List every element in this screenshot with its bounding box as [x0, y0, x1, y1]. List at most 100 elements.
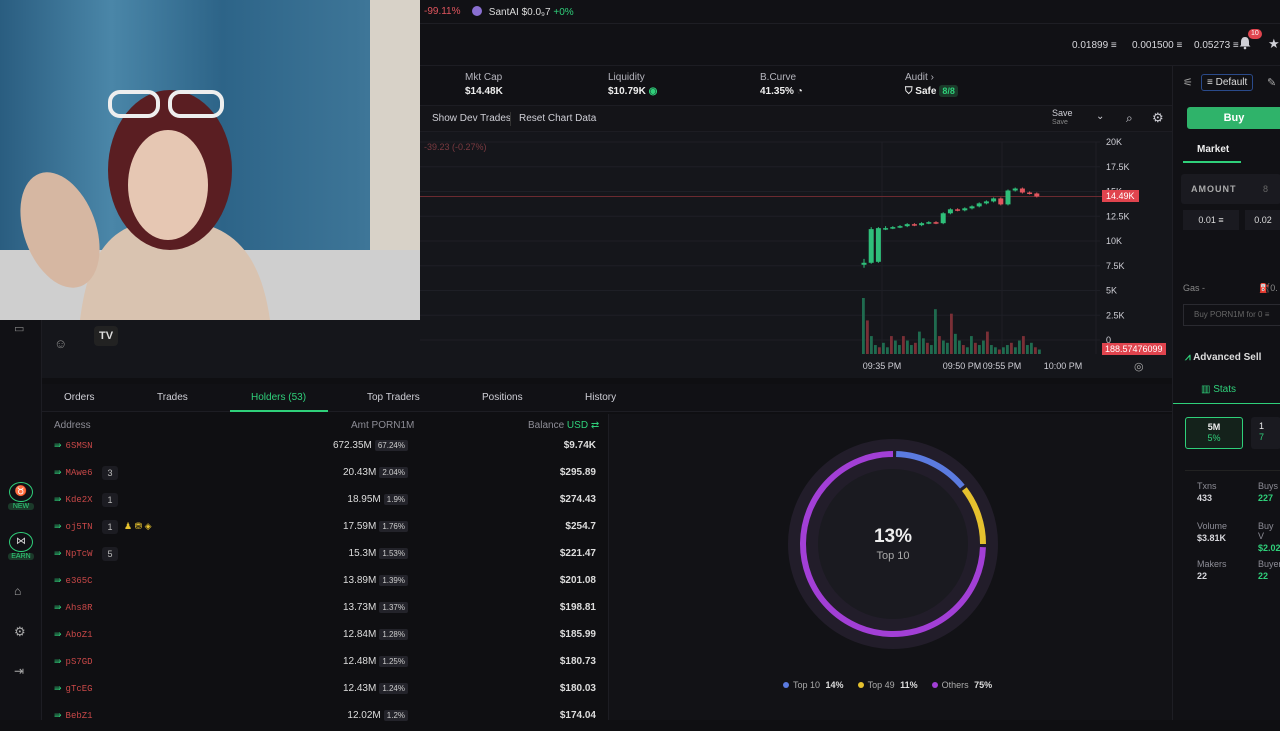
holder-address[interactable]: ⇛ AboZ1: [54, 630, 93, 640]
edit-icon[interactable]: ✎: [1267, 76, 1276, 89]
holder-address[interactable]: ⇛ Ahs8R: [54, 603, 93, 613]
chart-left-area: ☺ TV: [0, 320, 420, 378]
holder-address[interactable]: ⇛ Kde2X: [54, 495, 93, 505]
timeframe-5m[interactable]: 5M 5%: [1185, 417, 1243, 449]
sliders-icon[interactable]: ⚟: [1183, 76, 1193, 89]
preset-select[interactable]: ≡ Default: [1201, 74, 1254, 91]
menu-icon[interactable]: ▭: [14, 322, 24, 335]
buy-button[interactable]: Buy: [1187, 107, 1280, 129]
volume-bar: [974, 342, 977, 354]
quick-amount-2[interactable]: 0.02: [1245, 210, 1280, 230]
tab-top-traders[interactable]: Top Traders: [367, 392, 420, 403]
logout-icon[interactable]: ⇥: [14, 664, 24, 678]
table-row[interactable]: ⇛ oj5TN 1 ♟ ⛃ ◈ 17.59M 1.76% $254.7: [42, 515, 608, 542]
volume-bar: [1006, 345, 1009, 354]
price-chart[interactable]: 20K17.5K15K12.5K10K7.5K5K2.5K0 09:35 PM0…: [420, 132, 1172, 378]
holder-address[interactable]: ⇛ pS7GD: [54, 657, 93, 667]
volume-bar: [866, 320, 869, 354]
stats-tab[interactable]: ▥ Stats: [1201, 384, 1236, 395]
stat-mktcap: Mkt Cap $14.48K: [465, 72, 503, 97]
gear-icon[interactable]: ⚙: [1152, 110, 1164, 126]
ticker-item-santai[interactable]: SantAI $0.0₉7 +0%: [472, 6, 574, 18]
amount-field[interactable]: AMOUNT 8: [1181, 174, 1280, 204]
stat-audit[interactable]: Audit › ⛉ Safe 8/8: [905, 72, 958, 97]
holder-address[interactable]: ⇛ e365C: [54, 576, 93, 586]
holders-donut-chart: [788, 439, 998, 649]
candle: [919, 223, 925, 226]
stat-bcurve: B.Curve 41.35% ◔: [760, 72, 803, 97]
settings-icon[interactable]: ⚙: [14, 624, 26, 640]
candle: [883, 228, 889, 230]
quick-amount-1[interactable]: 0.01 ≡: [1183, 210, 1239, 230]
table-row[interactable]: ⇛ gTcEG 12.43M 1.24% $180.03: [42, 677, 608, 704]
table-row[interactable]: ⇛ NpTcW 5 15.3M 1.53% $221.47: [42, 542, 608, 569]
volume-bar: [942, 340, 945, 354]
y-tick-label: 2.5K: [1106, 310, 1125, 320]
holder-address[interactable]: ⇛ MAwe6: [54, 468, 93, 478]
show-dev-trades-button[interactable]: Show Dev Trades: [432, 113, 511, 124]
buy-confirm-button[interactable]: Buy PORN1M for 0 ≡: [1183, 304, 1280, 326]
volume-bar: [1018, 340, 1021, 354]
tab-holders[interactable]: Holders (53): [251, 392, 306, 403]
volume-bar: [994, 347, 997, 354]
table-row[interactable]: ⇛ AboZ1 12.84M 1.28% $185.99: [42, 623, 608, 650]
new-button[interactable]: ♉ NEW: [8, 482, 34, 510]
holder-address[interactable]: ⇛ 6SMSN: [54, 441, 93, 451]
chart-settings-icon[interactable]: ◎: [1134, 360, 1144, 373]
zoom-icon[interactable]: ⌕: [1126, 111, 1133, 126]
candle: [897, 226, 903, 228]
holder-address[interactable]: ⇛ NpTcW: [54, 549, 93, 559]
chevron-right-icon: ›: [930, 72, 934, 83]
volume-bar: [906, 340, 909, 354]
ticker-change: +0%: [553, 7, 574, 18]
volume-bar: [950, 313, 953, 354]
tab-trades[interactable]: Trades: [157, 392, 188, 403]
table-row[interactable]: ⇛ MAwe6 3 20.43M 2.04% $295.89: [42, 461, 608, 488]
volume-bar: [1034, 347, 1037, 354]
col-amount[interactable]: Amt PORN1M: [351, 420, 414, 431]
volume-bar: [982, 340, 985, 354]
y-tick-label: 10K: [1106, 236, 1122, 246]
share-icon: ⋈: [9, 532, 33, 552]
earn-button[interactable]: ⋈ EARN: [8, 532, 34, 560]
tab-orders[interactable]: Orders: [64, 392, 95, 403]
table-row[interactable]: ⇛ 6SMSN 672.35M 67.24% $9.74K: [42, 434, 608, 461]
table-row[interactable]: ⇛ Kde2X 1 18.95M 1.9% $274.43: [42, 488, 608, 515]
emoji-icon[interactable]: ☺: [54, 336, 67, 351]
table-row[interactable]: ⇛ e365C 13.89M 1.39% $201.08: [42, 569, 608, 596]
legend-item: Top 10 14%: [783, 680, 844, 690]
volume-bar: [946, 342, 949, 354]
y-tick-label: 12.5K: [1106, 211, 1130, 221]
table-row[interactable]: ⇛ Ahs8R 13.73M 1.37% $198.81: [42, 596, 608, 623]
volume-bar: [1002, 347, 1005, 354]
volume-bar: [1030, 342, 1033, 354]
star-icon[interactable]: ★: [1268, 36, 1280, 52]
token-icon: [472, 6, 482, 16]
holder-address[interactable]: ⇛ oj5TN: [54, 522, 93, 532]
col-balance[interactable]: Balance USD ⇄: [528, 420, 599, 431]
wallet-arrow-icon: ⇛: [54, 576, 62, 586]
volume-bar: [958, 340, 961, 354]
candle: [991, 198, 997, 202]
volume-bar: [894, 340, 897, 354]
swap-icon: ⇄: [590, 420, 600, 431]
ticker-name: SantAI: [488, 7, 519, 18]
volume-bar: [954, 333, 957, 354]
chevron-down-icon[interactable]: ⌄: [1096, 111, 1104, 122]
reset-chart-button[interactable]: Reset Chart Data: [519, 113, 596, 124]
tab-positions[interactable]: Positions: [482, 392, 523, 403]
chart-icon: ⩘: [1185, 352, 1191, 363]
holder-address[interactable]: ⇛ gTcEG: [54, 684, 93, 694]
webcam-image: [0, 0, 420, 320]
tab-history[interactable]: History: [585, 392, 616, 403]
candle: [1019, 188, 1025, 193]
volume-bar: [862, 298, 865, 354]
graduation-icon[interactable]: ⌂: [14, 584, 21, 598]
table-row[interactable]: ⇛ BebZ1 12.02M 1.2% $174.04: [42, 704, 608, 731]
timeframe-1h[interactable]: 1 7: [1251, 417, 1280, 449]
price-3: 0.05273 ≡: [1194, 40, 1239, 51]
save-layout-button[interactable]: Save Save: [1052, 109, 1073, 127]
advanced-sell-toggle[interactable]: ⩘ Advanced Sell: [1185, 352, 1261, 363]
table-row[interactable]: ⇛ pS7GD 12.48M 1.25% $180.73: [42, 650, 608, 677]
market-tab[interactable]: Market: [1197, 144, 1229, 155]
